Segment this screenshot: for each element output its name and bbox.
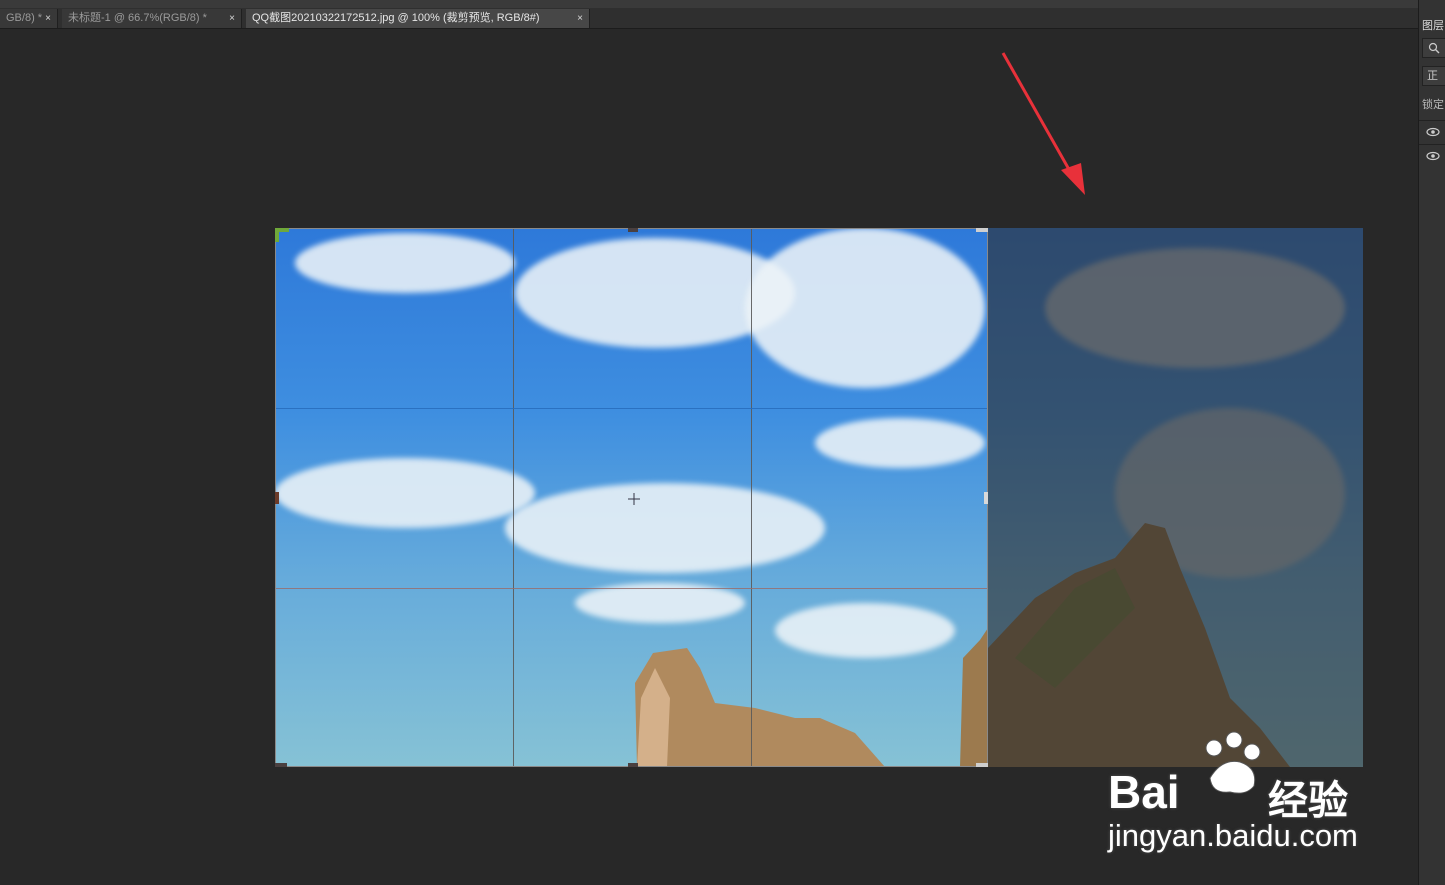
crop-grid-line — [751, 229, 752, 766]
close-icon[interactable]: × — [229, 9, 235, 28]
close-icon[interactable]: × — [577, 9, 583, 28]
eye-icon[interactable] — [1426, 151, 1440, 161]
tab-label: 未标题-1 @ 66.7%(RGB/8) * — [68, 12, 207, 24]
eye-icon[interactable] — [1426, 127, 1440, 137]
watermark-url: jingyan.baidu.com — [1108, 818, 1358, 853]
crop-handle-top-right[interactable] — [976, 228, 988, 232]
layer-row[interactable] — [1419, 144, 1445, 167]
crop-handle-top-left[interactable] — [275, 228, 279, 242]
layer-search-button[interactable] — [1422, 38, 1445, 58]
search-icon — [1428, 42, 1440, 54]
blend-mode-value: 正常 — [1427, 70, 1438, 82]
document-tab-bar: GB/8) * × 未标题-1 @ 66.7%(RGB/8) * × QQ截图2… — [0, 0, 1418, 29]
crop-handle-bottom[interactable] — [628, 763, 638, 767]
lock-label: 锁定 — [1422, 99, 1444, 111]
tab-label: QQ截图20210322172512.jpg @ 100% (裁剪预览, RGB… — [252, 12, 540, 24]
baidu-paw-logo — [1205, 731, 1261, 794]
crop-handle-top[interactable] — [628, 228, 638, 232]
close-icon[interactable]: × — [45, 9, 51, 28]
crop-handle-right[interactable] — [984, 492, 988, 504]
tab-label: GB/8) * — [6, 12, 43, 24]
crop-shield-overlay — [988, 228, 1363, 767]
crop-center-crosshair-icon — [628, 493, 640, 505]
crop-grid-line — [513, 229, 514, 766]
layer-row[interactable] — [1419, 120, 1445, 143]
layers-panel-title: 图层 — [1422, 20, 1444, 32]
crop-grid-line — [276, 588, 987, 589]
crop-handle-bottom-right[interactable] — [976, 763, 988, 767]
blend-mode-select[interactable]: 正常 — [1422, 66, 1445, 86]
crop-handle-left[interactable] — [275, 492, 279, 504]
tab-untitled-1[interactable]: 未标题-1 @ 66.7%(RGB/8) * × — [62, 9, 242, 28]
crop-box[interactable] — [275, 228, 988, 767]
layers-panel-collapsed: 图层 正常 锁定 — [1418, 0, 1445, 885]
crop-grid-line — [276, 408, 987, 409]
crop-handle-bottom-left[interactable] — [275, 763, 287, 767]
tab-document-partial[interactable]: GB/8) * × — [0, 9, 58, 28]
tab-bar-top-strip — [0, 0, 1418, 8]
red-arrow-icon — [1001, 52, 1085, 195]
tab-qq-screenshot[interactable]: QQ截图20210322172512.jpg @ 100% (裁剪预览, RGB… — [246, 9, 590, 28]
watermark-brand: Bai — [1108, 766, 1180, 818]
